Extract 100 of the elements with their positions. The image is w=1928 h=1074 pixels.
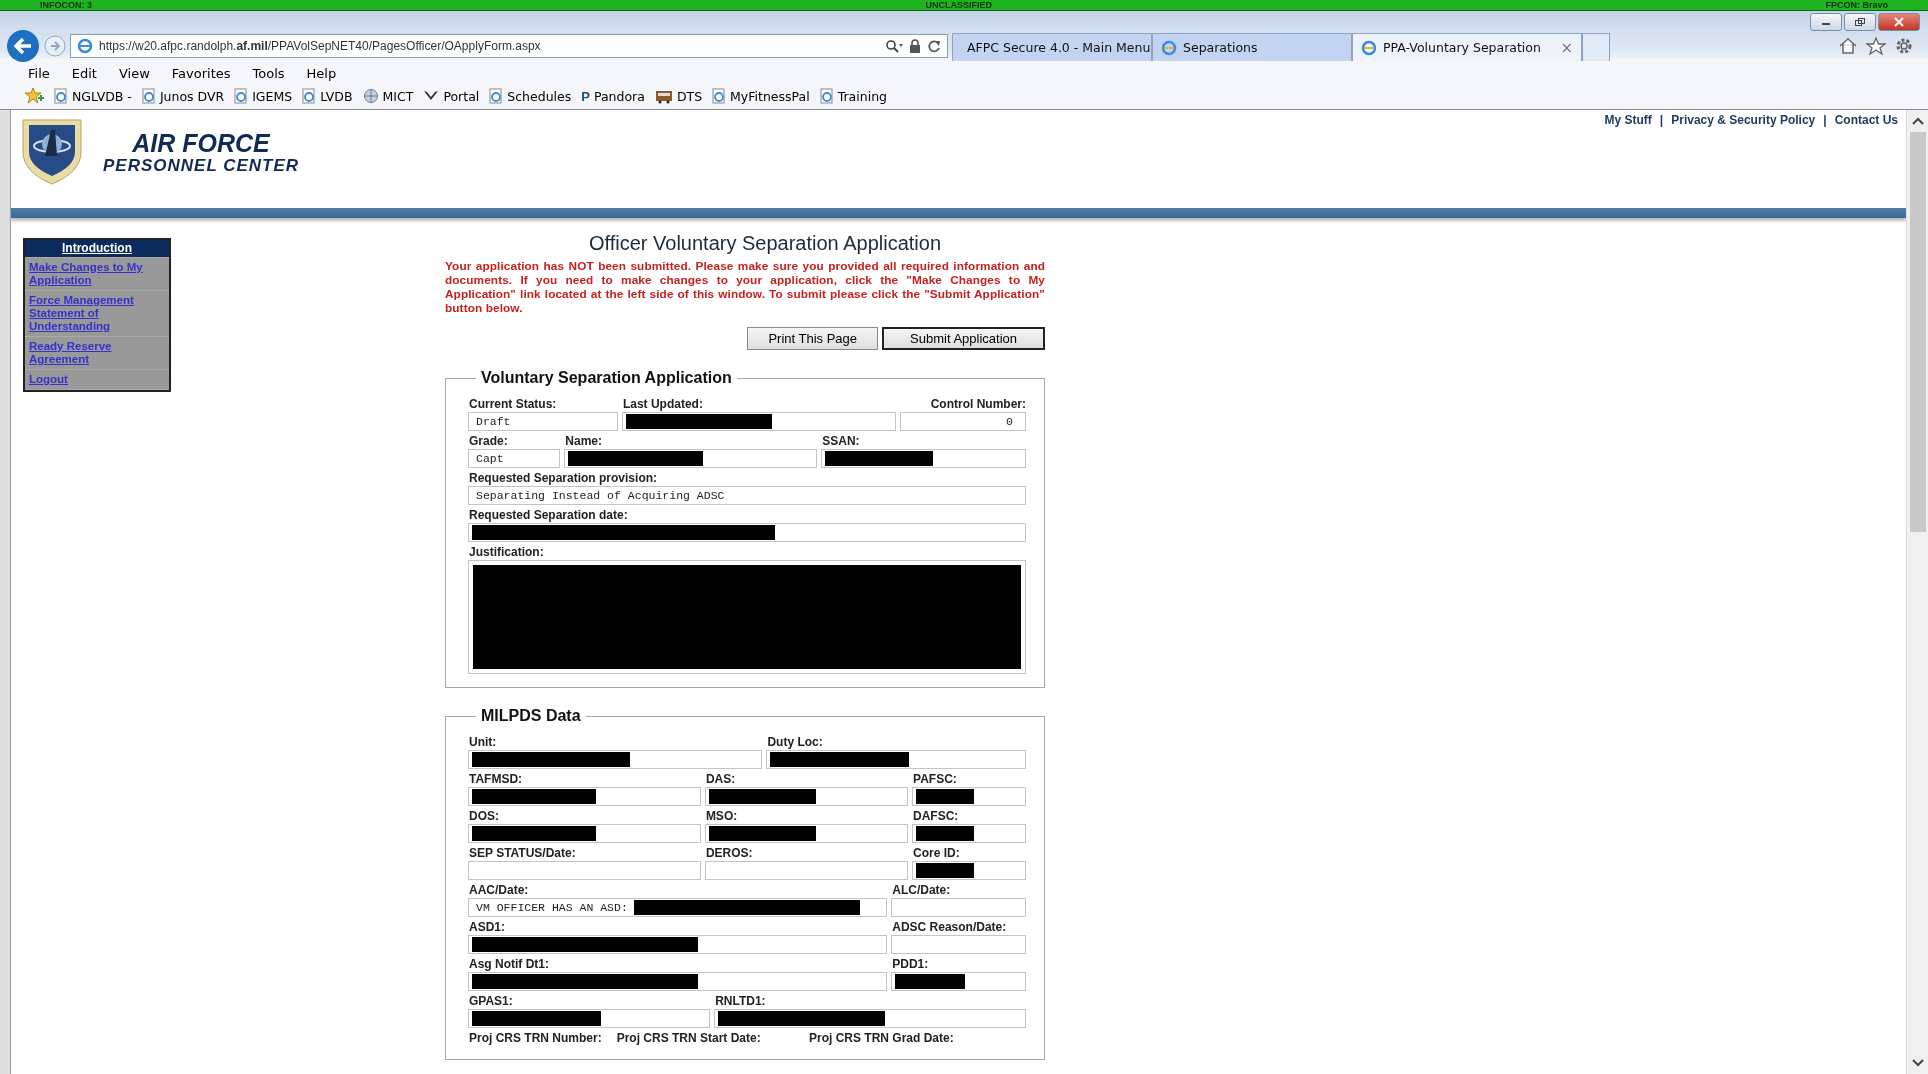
header-link[interactable]: Contact Us bbox=[1834, 113, 1898, 127]
page-icon bbox=[54, 88, 68, 104]
input-field[interactable]: VM OFFICER HAS AN ASD: bbox=[468, 898, 888, 917]
input-field[interactable] bbox=[468, 972, 888, 991]
address-bar[interactable]: https://w20.afpc.randolph.af.mil/PPAVolSepNET40/PagesOfficer/OApplyForm.aspx bbox=[70, 34, 948, 58]
scroll-up-icon[interactable] bbox=[1910, 116, 1925, 126]
menu-item[interactable]: File bbox=[28, 66, 50, 81]
input-field[interactable] bbox=[912, 824, 1026, 843]
field-label: PDD1: bbox=[891, 957, 930, 972]
infocon-label: INFOCON: 3 bbox=[40, 0, 92, 10]
favorites-star-icon[interactable] bbox=[1866, 37, 1886, 55]
field-label: DAFSC: bbox=[912, 809, 960, 824]
field-label: PAFSC: bbox=[912, 772, 958, 787]
field-label: DAS: bbox=[704, 772, 737, 787]
page-icon bbox=[141, 88, 156, 104]
favorite-label: Junos DVR bbox=[159, 88, 225, 104]
browser-tab[interactable]: Separations bbox=[1152, 33, 1352, 61]
input-field[interactable]: Separating Instead of Acquiring ADSC bbox=[468, 486, 1026, 505]
page-title: Officer Voluntary Separation Application bbox=[587, 232, 943, 255]
field-label: RNLTD1: bbox=[714, 994, 767, 1009]
input-field[interactable]: Capt bbox=[468, 449, 561, 468]
favorite-label: DTS bbox=[676, 88, 703, 104]
close-button[interactable] bbox=[1878, 13, 1920, 31]
refresh-icon[interactable] bbox=[927, 39, 941, 53]
scroll-down-icon[interactable] bbox=[1910, 1058, 1925, 1068]
input-field[interactable] bbox=[891, 898, 1026, 917]
field-label: Name: bbox=[564, 434, 603, 449]
field-label: Requested Separation provision: bbox=[468, 471, 659, 486]
input-field[interactable] bbox=[468, 750, 763, 769]
favorite-label: IGEMS bbox=[252, 88, 293, 104]
field-label: MSO: bbox=[704, 809, 739, 824]
favorite-label: LVDB bbox=[320, 88, 353, 104]
favorite-label: MICT bbox=[382, 88, 414, 104]
field-label: Asg Notif Dt1: bbox=[468, 957, 550, 972]
menu-item[interactable]: View bbox=[118, 66, 150, 81]
field-label: DOS: bbox=[468, 809, 500, 824]
input-field[interactable] bbox=[704, 861, 909, 880]
menu-item[interactable]: Edit bbox=[71, 66, 97, 81]
back-button[interactable] bbox=[6, 29, 40, 63]
field-label: AAC/Date: bbox=[468, 883, 530, 898]
favorite-label: Pandora bbox=[593, 88, 645, 104]
field-label: Core ID: bbox=[912, 846, 961, 861]
page-icon bbox=[1361, 39, 1377, 56]
menu-item[interactable]: Favorites bbox=[171, 66, 231, 81]
page-icon bbox=[234, 88, 249, 104]
letter-icon: P bbox=[581, 88, 590, 104]
input-field[interactable] bbox=[564, 449, 818, 468]
input-field[interactable]: 0 bbox=[899, 412, 1026, 431]
header-link[interactable]: My Stuff bbox=[1604, 113, 1652, 127]
input-field[interactable] bbox=[912, 787, 1026, 806]
action-button[interactable]: Submit Application bbox=[882, 327, 1045, 350]
restore-button[interactable] bbox=[1844, 13, 1876, 31]
field-label: Current Status: bbox=[468, 397, 558, 412]
input-field[interactable] bbox=[468, 935, 888, 954]
add-favorite-icon[interactable] bbox=[24, 87, 44, 105]
field-label: ASD1: bbox=[468, 920, 506, 935]
restore-icon bbox=[1854, 17, 1866, 27]
favorite-label: Portal bbox=[443, 88, 480, 104]
bus-icon bbox=[654, 88, 673, 104]
input-field[interactable] bbox=[891, 935, 1026, 954]
field-label: Requested Separation date: bbox=[468, 508, 629, 523]
menu-item[interactable]: Tools bbox=[252, 66, 285, 81]
home-icon[interactable] bbox=[1838, 37, 1858, 55]
field-label: Justification: bbox=[468, 545, 545, 560]
input-field[interactable] bbox=[468, 787, 701, 806]
input-field[interactable] bbox=[912, 861, 1026, 880]
input-field[interactable] bbox=[468, 523, 1026, 542]
scrollbar[interactable] bbox=[1906, 110, 1928, 1074]
input-field[interactable] bbox=[468, 824, 701, 843]
input-field[interactable] bbox=[468, 1009, 711, 1028]
link-separator: | bbox=[1659, 113, 1664, 127]
fpcon-label: FPCON: Bravo bbox=[1825, 0, 1888, 10]
input-field[interactable] bbox=[821, 449, 1026, 468]
page-icon bbox=[77, 38, 93, 54]
browser-tab[interactable]: AFPC Secure 4.0 - Main Menu bbox=[952, 33, 1152, 61]
browser-tab[interactable]: PPA-Voluntary Separation × bbox=[1352, 33, 1582, 61]
input-field[interactable] bbox=[704, 824, 909, 843]
field-label: Last Updated: bbox=[621, 397, 704, 412]
action-button[interactable]: Print This Page bbox=[747, 327, 879, 350]
field-label: SSAN: bbox=[821, 434, 861, 449]
menu-item[interactable]: Help bbox=[306, 66, 337, 81]
input-field[interactable] bbox=[468, 861, 701, 880]
input-field[interactable] bbox=[621, 412, 896, 431]
input-field[interactable] bbox=[704, 787, 909, 806]
field-label: Proj CRS TRN Start Date: bbox=[615, 1031, 762, 1046]
field-label: Grade: bbox=[468, 434, 509, 449]
minimize-button[interactable] bbox=[1810, 13, 1842, 31]
warning-message: Your application has NOT been submitted. Please make sure you provided all required information and documents. If you need to make changes to your application, click the "Make Changes to My Application" link located at the left side of this window. To submit please click the "Submit Application" button below. bbox=[445, 259, 1045, 315]
search-icon[interactable] bbox=[885, 39, 903, 53]
input-field[interactable] bbox=[766, 750, 1026, 769]
field-label: DEROS: bbox=[704, 846, 754, 861]
input-field[interactable] bbox=[714, 1009, 1026, 1028]
header-link[interactable]: Privacy & Security Policy bbox=[1671, 113, 1816, 127]
favorite-label: Training bbox=[837, 88, 887, 104]
input-field[interactable] bbox=[468, 560, 1026, 674]
settings-icon[interactable] bbox=[1894, 37, 1914, 55]
sidebar-link[interactable]: Introduction bbox=[25, 240, 169, 258]
page-icon bbox=[819, 88, 834, 104]
input-field[interactable]: Draft bbox=[468, 412, 618, 431]
input-field[interactable] bbox=[891, 972, 1026, 991]
